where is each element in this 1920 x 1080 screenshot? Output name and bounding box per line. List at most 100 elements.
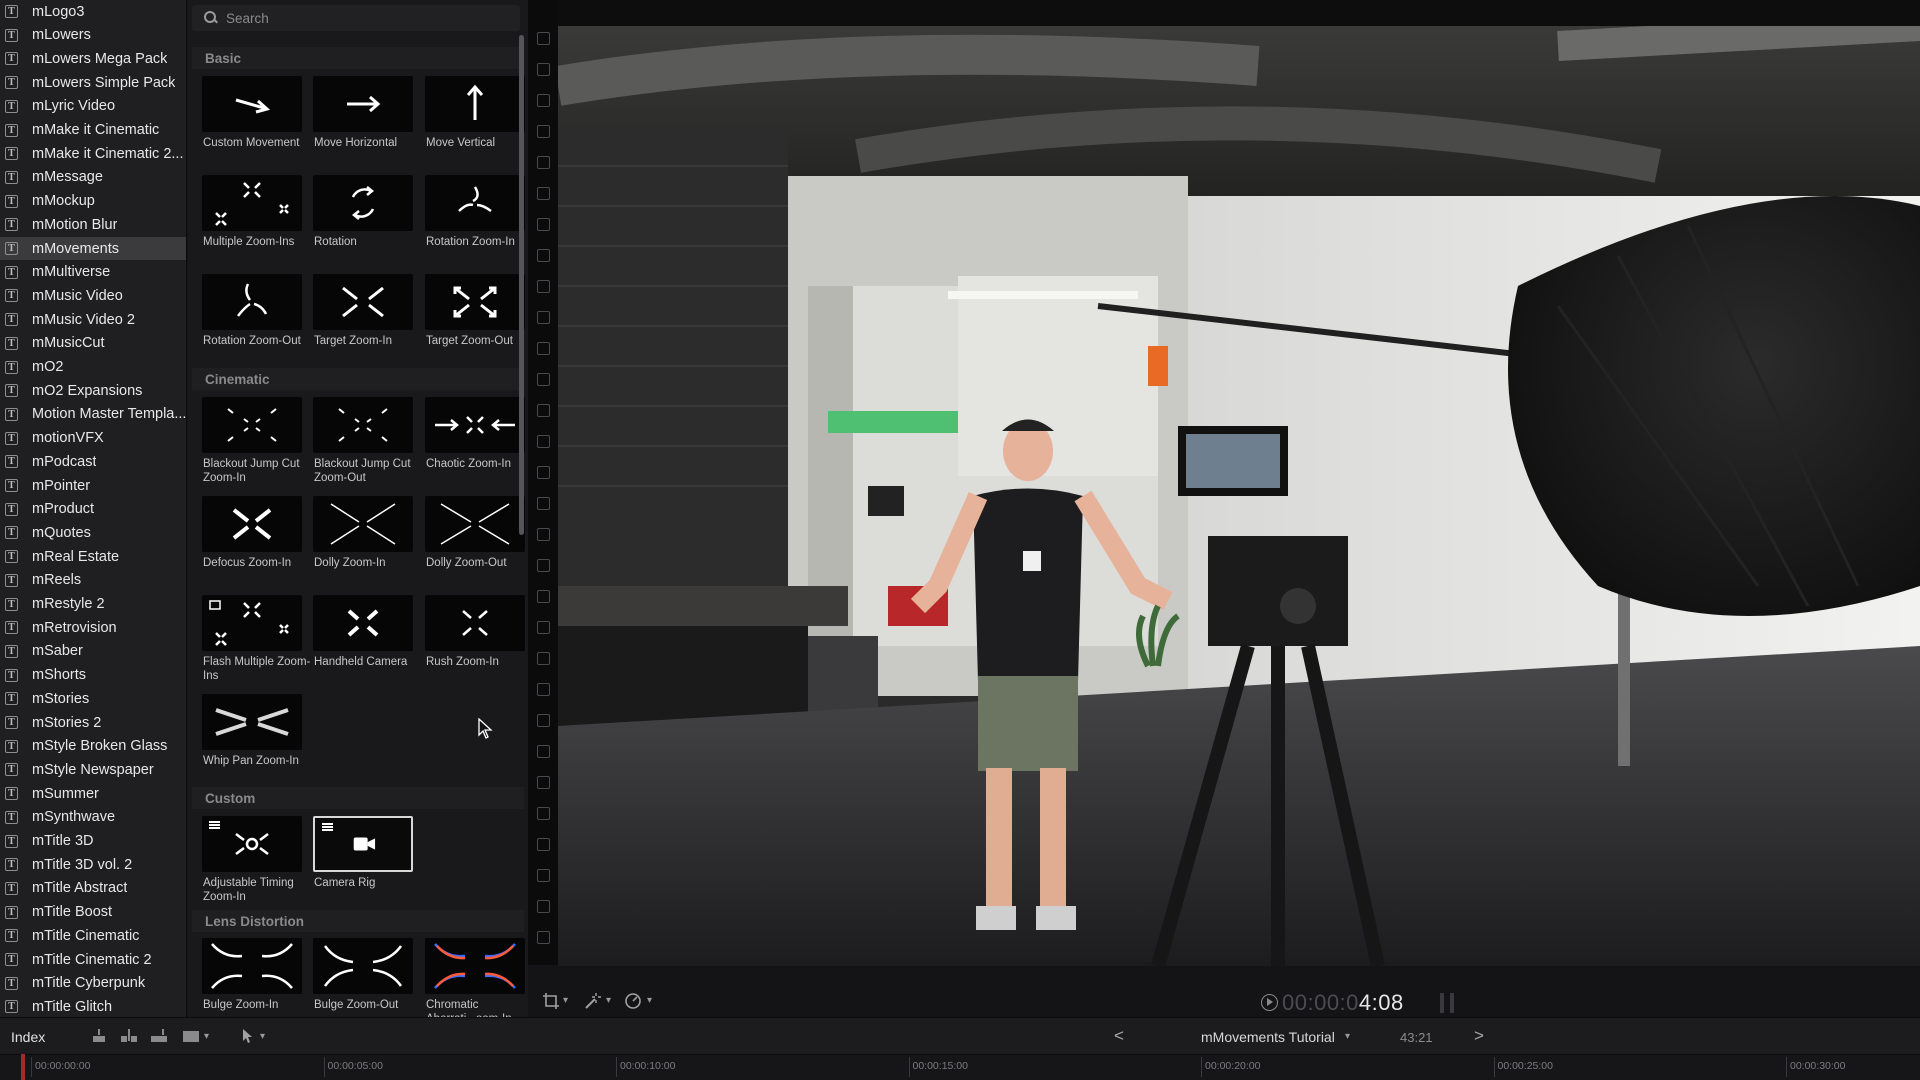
- library-item[interactable]: TmStyle Broken Glass: [0, 735, 186, 758]
- video-viewer[interactable]: [558, 26, 1920, 966]
- tile-rotation[interactable]: Rotation: [313, 175, 425, 275]
- speedometer-icon[interactable]: [624, 992, 642, 1010]
- library-item[interactable]: TmLowers Simple Pack: [0, 71, 186, 94]
- tile-rotation-zoom-out[interactable]: Rotation Zoom-Out: [202, 274, 314, 374]
- tile-rotation-zoom-in[interactable]: Rotation Zoom-In: [425, 175, 528, 275]
- library-item[interactable]: TmReal Estate: [0, 545, 186, 568]
- library-item[interactable]: TmTitle Abstract: [0, 877, 186, 900]
- overwrite-clip-icon[interactable]: [183, 1029, 199, 1043]
- chevron-down-icon[interactable]: ▾: [204, 1031, 209, 1042]
- library-item[interactable]: TmRestyle 2: [0, 593, 186, 616]
- library-item[interactable]: TmMusicCut: [0, 332, 186, 355]
- library-item[interactable]: TmMotion Blur: [0, 213, 186, 236]
- tile-adjustable-timing-zoom-in[interactable]: Adjustable Timing Zoom-In: [202, 816, 314, 916]
- library-item[interactable]: TmTitle Cyberpunk: [0, 972, 186, 995]
- library-item[interactable]: TmLowers: [0, 24, 186, 47]
- tile-bulge-zoom-out[interactable]: Bulge Zoom-Out: [313, 938, 425, 1017]
- connect-clip-icon[interactable]: [91, 1029, 107, 1043]
- library-item-label: mO2 Expansions: [32, 382, 143, 399]
- tile-target-zoom-out[interactable]: Target Zoom-Out: [425, 274, 528, 374]
- library-item[interactable]: TmPointer: [0, 474, 186, 497]
- chevron-down-icon[interactable]: ▾: [647, 995, 652, 1006]
- index-button[interactable]: Index: [11, 1029, 45, 1045]
- library-item[interactable]: TmShorts: [0, 664, 186, 687]
- library-item[interactable]: TmLyric Video: [0, 95, 186, 118]
- chevron-down-icon[interactable]: ▾: [260, 1031, 265, 1042]
- tile-whip-pan-zoom-in[interactable]: Whip Pan Zoom-In: [202, 694, 314, 794]
- append-clip-icon[interactable]: [151, 1029, 167, 1043]
- library-item[interactable]: TmO2 Expansions: [0, 379, 186, 402]
- project-name[interactable]: mMovements Tutorial: [1201, 1029, 1335, 1045]
- library-item[interactable]: TmProduct: [0, 498, 186, 521]
- library-item[interactable]: TmQuotes: [0, 521, 186, 544]
- tile-chromatic-aberration-zoom-in[interactable]: Chromatic Aberrati...oom-In: [425, 938, 528, 1017]
- tile-defocus-zoom-in[interactable]: Defocus Zoom-In: [202, 496, 314, 596]
- chevron-down-icon[interactable]: ▾: [1345, 1031, 1350, 1042]
- library-item[interactable]: TmSaber: [0, 640, 186, 663]
- tile-blackout-jump-cut-zoom-in[interactable]: Blackout Jump Cut Zoom-In: [202, 397, 314, 497]
- section-header-custom: Custom: [192, 787, 524, 809]
- library-item[interactable]: TmMusic Video: [0, 284, 186, 307]
- dolly-zoom-in-thumbnail: [313, 496, 413, 552]
- library-item[interactable]: TmReels: [0, 569, 186, 592]
- library-item[interactable]: TmSummer: [0, 782, 186, 805]
- library-item[interactable]: TmMake it Cinematic 2...: [0, 142, 186, 165]
- next-project-button[interactable]: >: [1474, 1026, 1484, 1046]
- search-box[interactable]: [192, 5, 520, 31]
- library-item[interactable]: T Motion Master Templa...: [0, 403, 186, 426]
- insert-clip-icon[interactable]: [121, 1029, 137, 1043]
- tile-blackout-jump-cut-zoom-out[interactable]: Blackout Jump Cut Zoom-Out: [313, 397, 425, 497]
- tile-target-zoom-in[interactable]: Target Zoom-In: [313, 274, 425, 374]
- chevron-down-icon[interactable]: ▾: [606, 995, 611, 1006]
- previous-project-button[interactable]: <: [1114, 1026, 1124, 1046]
- library-item[interactable]: TmStories: [0, 687, 186, 710]
- library-item[interactable]: TmLogo3: [0, 0, 186, 23]
- tile-move-horizontal[interactable]: Move Horizontal: [313, 76, 425, 176]
- library-item[interactable]: TmTitle Glitch: [0, 995, 186, 1017]
- rotation-thumbnail: [313, 175, 413, 231]
- chevron-down-icon[interactable]: ▾: [563, 995, 568, 1006]
- library-item[interactable]: TmLowers Mega Pack: [0, 47, 186, 70]
- tile-rush-zoom-in[interactable]: Rush Zoom-In: [425, 595, 528, 695]
- search-input[interactable]: [226, 10, 506, 26]
- title-icon: T: [5, 597, 18, 611]
- select-tool-icon[interactable]: [240, 1029, 256, 1043]
- library-item[interactable]: TmMockup: [0, 190, 186, 213]
- library-item[interactable]: TmTitle Boost: [0, 901, 186, 924]
- crop-icon[interactable]: [542, 992, 560, 1010]
- library-item[interactable]: TmO2: [0, 356, 186, 379]
- play-icon[interactable]: [1261, 994, 1278, 1011]
- playhead[interactable]: [21, 1054, 25, 1080]
- tile-move-vertical[interactable]: Move Vertical: [425, 76, 528, 176]
- library-item[interactable]: TmTitle Cinematic 2: [0, 948, 186, 971]
- library-item[interactable]: TmMake it Cinematic: [0, 119, 186, 142]
- tile-dolly-zoom-out[interactable]: Dolly Zoom-Out: [425, 496, 528, 596]
- title-icon: T: [5, 431, 18, 445]
- library-item[interactable]: TmMultiverse: [0, 261, 186, 284]
- library-item[interactable]: TmSynthwave: [0, 806, 186, 829]
- tile-handheld-camera[interactable]: Handheld Camera: [313, 595, 425, 695]
- library-item[interactable]: TmMusic Video 2: [0, 308, 186, 331]
- sprocket-hole: [537, 125, 550, 138]
- library-item[interactable]: TmTitle 3D: [0, 830, 186, 853]
- library-item[interactable]: TmRetrovision: [0, 616, 186, 639]
- whip-pan-zoom-in-thumbnail: [202, 694, 302, 750]
- library-item[interactable]: TmotionVFX: [0, 427, 186, 450]
- browser-scrollbar[interactable]: [519, 35, 524, 535]
- library-item[interactable]: TmTitle Cinematic: [0, 924, 186, 947]
- library-item[interactable]: TmMessage: [0, 166, 186, 189]
- tile-chaotic-zoom-in[interactable]: Chaotic Zoom-In: [425, 397, 528, 497]
- library-item[interactable]: TmTitle 3D vol. 2: [0, 853, 186, 876]
- library-item[interactable]: TmStories 2: [0, 711, 186, 734]
- tile-custom-movement[interactable]: Custom Movement: [202, 76, 314, 176]
- library-item[interactable]: TmMovements: [0, 237, 186, 260]
- tile-dolly-zoom-in[interactable]: Dolly Zoom-In: [313, 496, 425, 596]
- tile-bulge-zoom-in[interactable]: Bulge Zoom-In: [202, 938, 314, 1017]
- tile-flash-multiple-zoom-ins[interactable]: Flash Multiple Zoom-Ins: [202, 595, 314, 695]
- magic-wand-icon[interactable]: [584, 992, 602, 1010]
- library-item[interactable]: TmStyle Newspaper: [0, 758, 186, 781]
- tile-camera-rig[interactable]: Camera Rig: [313, 816, 425, 916]
- timeline-ruler[interactable]: 00:00:00:00 00:00:05:00 00:00:10:00 00:00:1…: [0, 1054, 1920, 1080]
- library-item[interactable]: TmPodcast: [0, 450, 186, 473]
- tile-multiple-zoom-ins[interactable]: Multiple Zoom-Ins: [202, 175, 314, 275]
